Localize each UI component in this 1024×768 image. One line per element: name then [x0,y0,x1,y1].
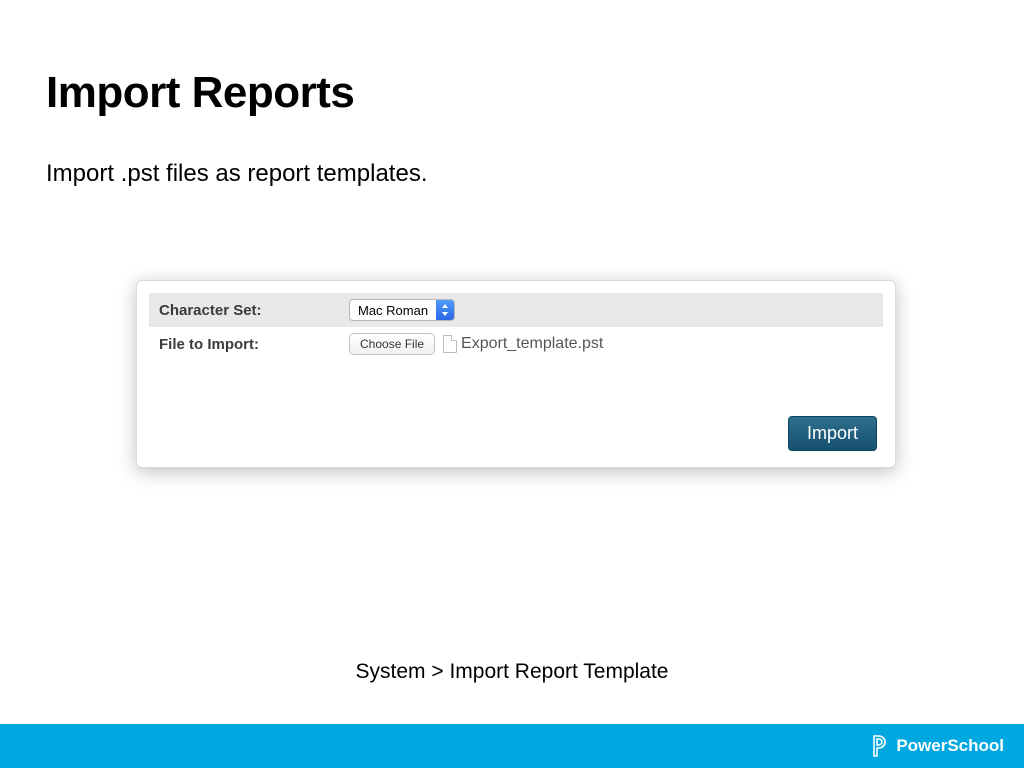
row-character-set: Character Set: Mac Roman [149,293,883,327]
selected-file-name: Export_template.pst [461,335,603,353]
footer-brand-text: PowerSchool [896,736,1004,756]
import-panel: Character Set: Mac Roman File to Import:… [136,280,896,468]
footer-bar: PowerSchool [0,724,1024,768]
logo-icon [868,734,890,758]
powerschool-logo: PowerSchool [868,734,1004,758]
character-set-select[interactable]: Mac Roman [349,299,455,321]
chevron-updown-icon [436,300,454,320]
choose-file-button[interactable]: Choose File [349,333,435,355]
page-subtitle: Import .pst files as report templates. [46,160,427,188]
file-to-import-label: File to Import: [159,336,349,353]
row-file-to-import: File to Import: Choose File Export_templ… [149,327,883,361]
selected-file-chip: Export_template.pst [443,335,603,353]
page-title: Import Reports [46,68,354,118]
character-set-value: Mac Roman [350,300,436,320]
character-set-label: Character Set: [159,302,349,319]
file-icon [443,335,457,353]
import-button[interactable]: Import [788,416,877,451]
breadcrumb: System > Import Report Template [0,660,1024,684]
